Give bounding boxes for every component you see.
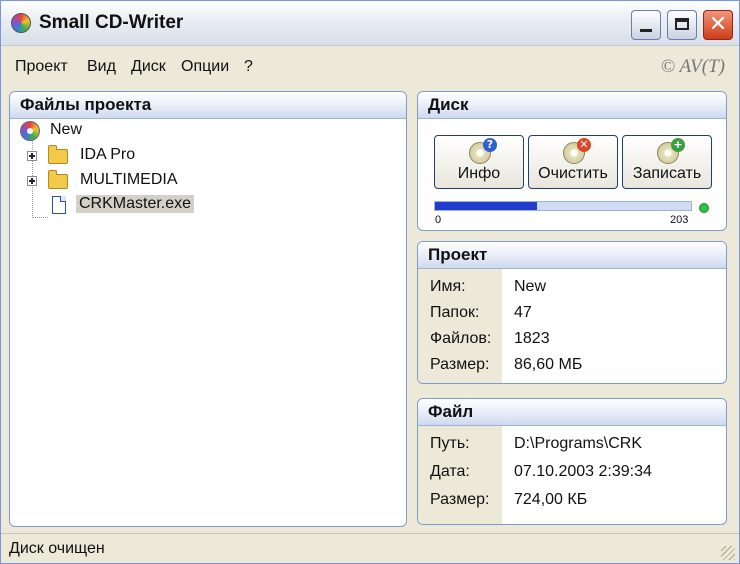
- project-info-body: Имя: New Папок: 47 Файлов: 1823 Размер: …: [418, 269, 726, 383]
- file-size-row: Размер: 724,00 КБ: [418, 488, 726, 514]
- project-files-title: Файлы проекта: [20, 95, 152, 114]
- status-bar: Диск очищен: [1, 533, 739, 563]
- close-button[interactable]: ✕: [703, 10, 733, 40]
- project-name-row: Имя: New: [418, 275, 726, 301]
- copyright-label: © AV(T): [660, 56, 725, 77]
- tree-item-label: New: [50, 121, 83, 138]
- prop-value: 724,00 КБ: [514, 491, 588, 508]
- title-bar[interactable]: Small CD-Writer ✕: [1, 1, 739, 46]
- prop-key: Размер:: [430, 491, 490, 508]
- close-icon: ✕: [708, 12, 728, 37]
- prop-value: 47: [514, 304, 532, 321]
- tree-item-label: MULTIMEDIA: [80, 171, 178, 188]
- status-text: Диск очищен: [9, 540, 105, 557]
- cd-writer-app-icon[interactable]: [11, 13, 31, 33]
- info-button[interactable]: ? Инфо: [434, 135, 524, 189]
- question-icon: ?: [483, 138, 497, 152]
- prop-key: Путь:: [430, 435, 470, 452]
- menu-disk[interactable]: Диск: [131, 58, 166, 76]
- menu-view[interactable]: Вид: [87, 58, 116, 76]
- project-title: Проект: [428, 245, 488, 264]
- erase-icon: ✕: [577, 138, 591, 152]
- folder-icon: [48, 170, 68, 189]
- panel-header: Проект: [418, 242, 726, 269]
- panel-header: Файл: [418, 399, 726, 426]
- burn-icon: +: [671, 138, 685, 152]
- prop-value: 1823: [514, 330, 550, 347]
- erase-button-label: Очистить: [538, 165, 608, 182]
- prop-key: Дата:: [430, 463, 470, 480]
- file-info-body: Путь: D:\Programs\CRK Дата: 07.10.2003 2…: [418, 426, 726, 524]
- menu-bar: Проект Вид Диск Опции ? © AV(T): [1, 46, 739, 88]
- prop-value: New: [514, 278, 547, 295]
- disk-usage-progress: [434, 201, 692, 211]
- tree-line: [32, 217, 48, 218]
- prop-key: Имя:: [430, 278, 466, 295]
- tree-item-multimedia[interactable]: MULTIMEDIA: [10, 169, 390, 193]
- tree-item-ida-pro[interactable]: IDA Pro: [10, 144, 390, 168]
- file-title: Файл: [428, 402, 474, 421]
- progress-min-label: 0: [435, 214, 442, 226]
- progress-fill: [435, 202, 538, 210]
- disk-panel: Диск ? Инфо ✕ Очистить + Записать 0 203: [417, 91, 727, 231]
- resize-grip-icon[interactable]: [721, 546, 735, 560]
- cd-icon: [20, 121, 40, 141]
- disk-body: ? Инфо ✕ Очистить + Записать 0 203: [418, 119, 726, 230]
- minimize-button[interactable]: [631, 10, 661, 40]
- status-indicator-icon: [699, 203, 709, 213]
- info-button-label: Инфо: [457, 165, 501, 182]
- maximize-button[interactable]: [667, 10, 697, 40]
- minimize-icon: [640, 29, 652, 32]
- file-date-row: Дата: 07.10.2003 2:39:34: [418, 460, 726, 486]
- burn-button-label: Записать: [632, 165, 702, 182]
- tree-item-label: IDA Pro: [80, 146, 136, 163]
- tree-item-crkmaster[interactable]: CRKMaster.exe: [10, 193, 390, 217]
- file-icon: [52, 196, 66, 214]
- burn-button[interactable]: + Записать: [622, 135, 712, 189]
- prop-value: 07.10.2003 2:39:34: [514, 463, 652, 480]
- file-tree[interactable]: New IDA Pro MULTIMEDIA CRKMaster.exe: [10, 119, 406, 526]
- file-path-row: Путь: D:\Programs\CRK: [418, 432, 726, 458]
- progress-max-label: 203: [670, 214, 689, 226]
- maximize-icon: [675, 18, 689, 30]
- menu-help[interactable]: ?: [244, 58, 253, 76]
- project-folders-row: Папок: 47: [418, 301, 726, 327]
- window-title: Small CD-Writer: [39, 12, 184, 33]
- app-window: Small CD-Writer ✕ Проект Вид Диск Опции …: [0, 0, 740, 564]
- expand-icon[interactable]: [27, 176, 37, 186]
- file-info-panel: Файл Путь: D:\Programs\CRK Дата: 07.10.2…: [417, 398, 727, 525]
- prop-value: 86,60 МБ: [514, 356, 583, 373]
- prop-key: Папок:: [430, 304, 480, 321]
- project-files-panel: Файлы проекта New IDA Pro MULTIMEDIA CRK: [9, 91, 407, 527]
- menu-options[interactable]: Опции: [181, 58, 229, 76]
- prop-value: D:\Programs\CRK: [514, 435, 643, 452]
- panel-header: Диск: [418, 92, 726, 119]
- prop-key: Размер:: [430, 356, 490, 373]
- prop-key: Файлов:: [430, 330, 492, 347]
- project-info-panel: Проект Имя: New Папок: 47 Файлов: 1823 Р…: [417, 241, 727, 384]
- panel-header: Файлы проекта: [10, 92, 406, 119]
- menu-project[interactable]: Проект: [15, 58, 68, 76]
- expand-icon[interactable]: [27, 151, 37, 161]
- tree-item-new[interactable]: New: [10, 119, 390, 143]
- disk-title: Диск: [428, 95, 469, 114]
- folder-icon: [48, 145, 68, 164]
- erase-button[interactable]: ✕ Очистить: [528, 135, 618, 189]
- project-size-row: Размер: 86,60 МБ: [418, 353, 726, 379]
- project-files-row: Файлов: 1823: [418, 327, 726, 353]
- tree-item-label: CRKMaster.exe: [76, 195, 195, 213]
